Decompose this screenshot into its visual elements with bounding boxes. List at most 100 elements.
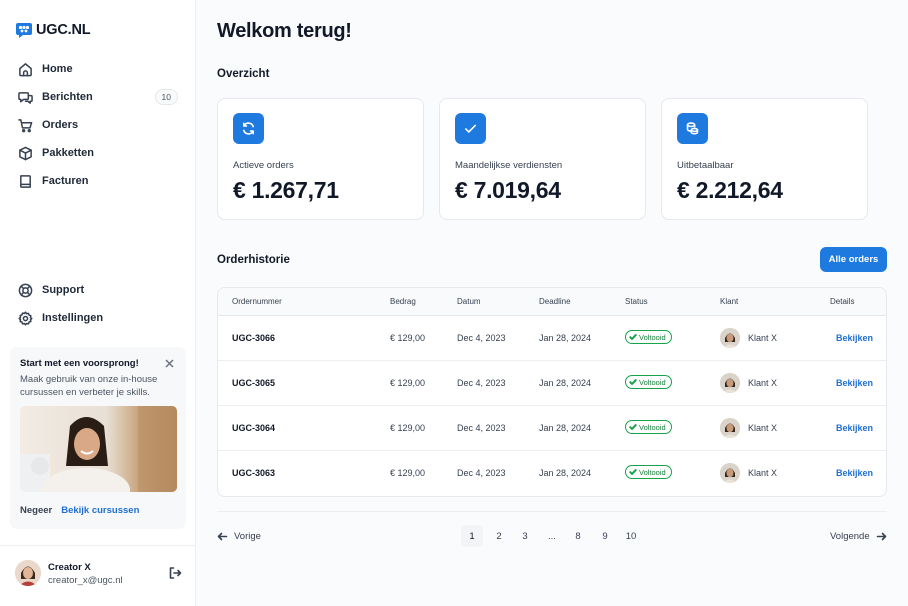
order-number: UGC-3066: [232, 333, 276, 343]
stat-value: € 1.267,71: [233, 177, 339, 203]
order-date: Dec 4, 2023: [457, 423, 506, 433]
column-header[interactable]: Status: [625, 297, 648, 306]
logo-icon: [16, 23, 32, 38]
sidebar-item-instellingen[interactable]: Instellingen: [10, 304, 186, 332]
sidebar-item-pakketten[interactable]: Pakketten: [10, 139, 186, 167]
avatar: [720, 328, 740, 348]
user-profile: Creator X creator_x@ugc.nl: [0, 545, 196, 606]
all-orders-button[interactable]: Alle orders: [820, 247, 887, 272]
sidebar-item-label: Home: [42, 63, 73, 75]
page-number-current[interactable]: 1: [461, 525, 483, 547]
logo[interactable]: UGC.NL: [15, 21, 91, 39]
status-badge: Voltooid: [625, 465, 672, 479]
table-row: UGC-3066 € 129,00 Dec 4, 2023 Jan 28, 20…: [218, 316, 886, 361]
page-number[interactable]: 3: [514, 525, 536, 547]
column-header[interactable]: Bedrag: [390, 297, 416, 306]
avatar[interactable]: [15, 560, 41, 586]
message-count-badge: 10: [154, 89, 178, 105]
sidebar-item-facturen[interactable]: Facturen: [10, 167, 186, 195]
overview-title: Overzicht: [217, 68, 270, 80]
page-number[interactable]: 8: [567, 525, 589, 547]
refresh-icon: [233, 113, 264, 144]
order-history-table: Ordernummer Bedrag Datum Deadline Status…: [217, 287, 887, 497]
status-text: Voltooid: [639, 377, 666, 387]
view-details-link[interactable]: Bekijken: [836, 423, 873, 433]
order-number: UGC-3065: [232, 378, 276, 388]
promo-card: Start met een voorsprong! Maak gebruik v…: [10, 347, 186, 529]
promo-text: Maak gebruik van onze in-house cursussen…: [20, 374, 158, 399]
stat-label: Maandelijkse verdiensten: [455, 160, 563, 171]
lifebuoy-icon: [18, 283, 33, 297]
check-icon: [629, 379, 637, 385]
sidebar-item-label: Facturen: [42, 175, 89, 187]
chat-icon: [18, 91, 33, 104]
avatar: [720, 418, 740, 438]
book-icon: [20, 174, 31, 188]
package-icon: [19, 146, 32, 160]
stat-card-active-orders: Actieve orders € 1.267,71: [217, 98, 424, 220]
promo-image: [20, 405, 177, 492]
user-email: creator_x@ugc.nl: [48, 575, 123, 586]
pagination-divider: [217, 511, 887, 512]
order-amount: € 129,00: [390, 423, 426, 433]
client-name: Klant X: [748, 423, 778, 433]
sidebar-item-label: Berichten: [42, 91, 93, 103]
order-date: Dec 4, 2023: [457, 333, 506, 343]
status-badge: Voltooid: [625, 375, 672, 389]
table-row: UGC-3064 € 129,00 Dec 4, 2023 Jan 28, 20…: [218, 406, 886, 451]
logout-icon[interactable]: [168, 566, 182, 580]
column-header[interactable]: Details: [830, 297, 854, 306]
sidebar-item-label: Support: [42, 284, 85, 296]
close-icon[interactable]: [164, 356, 175, 368]
page-number[interactable]: 2: [488, 525, 510, 547]
page-number[interactable]: 9: [594, 525, 616, 547]
order-number: UGC-3064: [232, 423, 276, 433]
order-deadline: Jan 28, 2024: [539, 423, 592, 433]
order-number: UGC-3063: [232, 468, 276, 478]
page-ellipsis: ...: [548, 530, 556, 542]
sidebar-item-berichten[interactable]: Berichten 10: [10, 83, 186, 111]
cart-icon: [18, 118, 33, 132]
view-details-link[interactable]: Bekijken: [836, 378, 873, 388]
table-row: UGC-3065 € 129,00 Dec 4, 2023 Jan 28, 20…: [218, 361, 886, 406]
user-name: Creator X: [48, 562, 91, 573]
gear-icon: [18, 310, 33, 326]
column-header[interactable]: Klant: [720, 297, 738, 306]
order-deadline: Jan 28, 2024: [539, 468, 592, 478]
sidebar-item-home[interactable]: Home: [10, 55, 186, 83]
dismiss-button[interactable]: Negeer: [20, 505, 52, 516]
view-details-link[interactable]: Bekijken: [836, 333, 873, 343]
sidebar-item-orders[interactable]: Orders: [10, 111, 186, 139]
sidebar-item-label: Instellingen: [42, 312, 104, 324]
stat-label: Uitbetaalbaar: [677, 160, 734, 171]
order-amount: € 129,00: [390, 333, 426, 343]
order-date: Dec 4, 2023: [457, 468, 506, 478]
client-name: Klant X: [748, 333, 778, 343]
column-header[interactable]: Datum: [457, 297, 481, 306]
status-badge: Voltooid: [625, 420, 672, 434]
table-header: Ordernummer Bedrag Datum Deadline Status…: [218, 288, 886, 316]
check-icon: [629, 469, 637, 475]
home-icon: [19, 62, 32, 76]
sidebar: UGC.NL Home Berichten 10 Orders Pakkette…: [0, 0, 196, 606]
stat-label: Actieve orders: [233, 160, 294, 171]
previous-page-button[interactable]: Vorige: [217, 531, 261, 542]
status-text: Voltooid: [639, 332, 666, 342]
page-number[interactable]: 10: [620, 525, 642, 547]
view-courses-link[interactable]: Bekijk cursussen: [61, 505, 139, 516]
next-page-button[interactable]: Volgende: [830, 531, 887, 542]
status-text: Voltooid: [639, 467, 666, 477]
sidebar-item-label: Orders: [42, 119, 79, 131]
next-label: Volgende: [830, 531, 870, 542]
sidebar-item-support[interactable]: Support: [10, 276, 186, 304]
view-details-link[interactable]: Bekijken: [836, 468, 873, 478]
order-amount: € 129,00: [390, 378, 426, 388]
page-title: Welkom terug!: [217, 20, 352, 42]
status-text: Voltooid: [639, 422, 666, 432]
column-header[interactable]: Deadline: [539, 297, 571, 306]
arrow-right-icon: [876, 532, 886, 541]
coins-icon: [677, 113, 708, 144]
order-date: Dec 4, 2023: [457, 378, 506, 388]
column-header[interactable]: Ordernummer: [232, 297, 282, 306]
stat-value: € 7.019,64: [455, 177, 561, 203]
